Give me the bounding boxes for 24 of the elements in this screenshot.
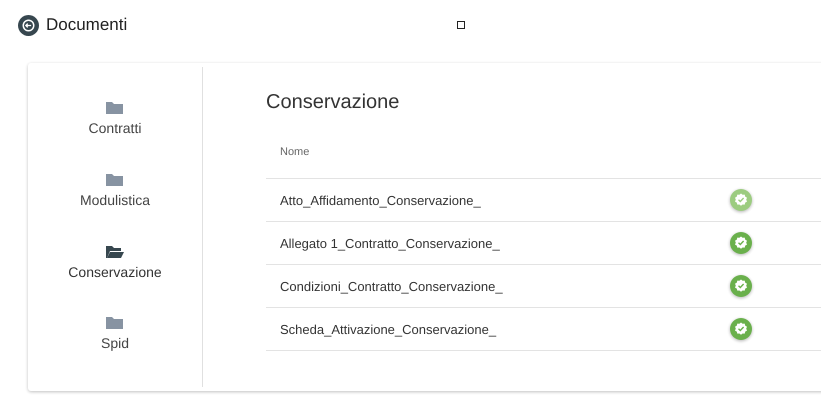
folder-item[interactable]: Modulistica bbox=[80, 172, 150, 244]
folder-item[interactable]: Spid bbox=[100, 315, 130, 387]
folder-icon bbox=[105, 172, 125, 188]
section-title: Conservazione bbox=[266, 91, 400, 114]
folder-item[interactable]: Conservazione bbox=[68, 244, 162, 316]
folder-icon bbox=[105, 315, 125, 332]
file-name: Condizioni_Contratto_Conservazione_ bbox=[280, 278, 504, 294]
verified-icon bbox=[734, 193, 748, 207]
page-title: Documenti bbox=[46, 15, 128, 35]
verified-icon bbox=[734, 236, 748, 250]
column-header: Nome bbox=[280, 146, 310, 158]
file-name: Allegato 1_Contratto_Conservazione_ bbox=[280, 236, 501, 250]
verified-icon bbox=[734, 279, 748, 293]
verified-badge[interactable] bbox=[730, 275, 752, 297]
verified-badge[interactable] bbox=[730, 318, 752, 340]
square-icon bbox=[457, 21, 465, 29]
file-name: Scheda_Attivazione_Conservazione_ bbox=[280, 322, 498, 336]
folder-icon bbox=[104, 244, 125, 260]
folder-icon bbox=[104, 100, 125, 116]
folder-item[interactable]: Contratti bbox=[88, 100, 142, 172]
back-icon[interactable] bbox=[18, 14, 39, 36]
verified-badge[interactable] bbox=[730, 232, 752, 254]
file-name: Atto_Affidamento_Conservazione_ bbox=[280, 192, 482, 208]
verified-icon bbox=[734, 322, 748, 336]
